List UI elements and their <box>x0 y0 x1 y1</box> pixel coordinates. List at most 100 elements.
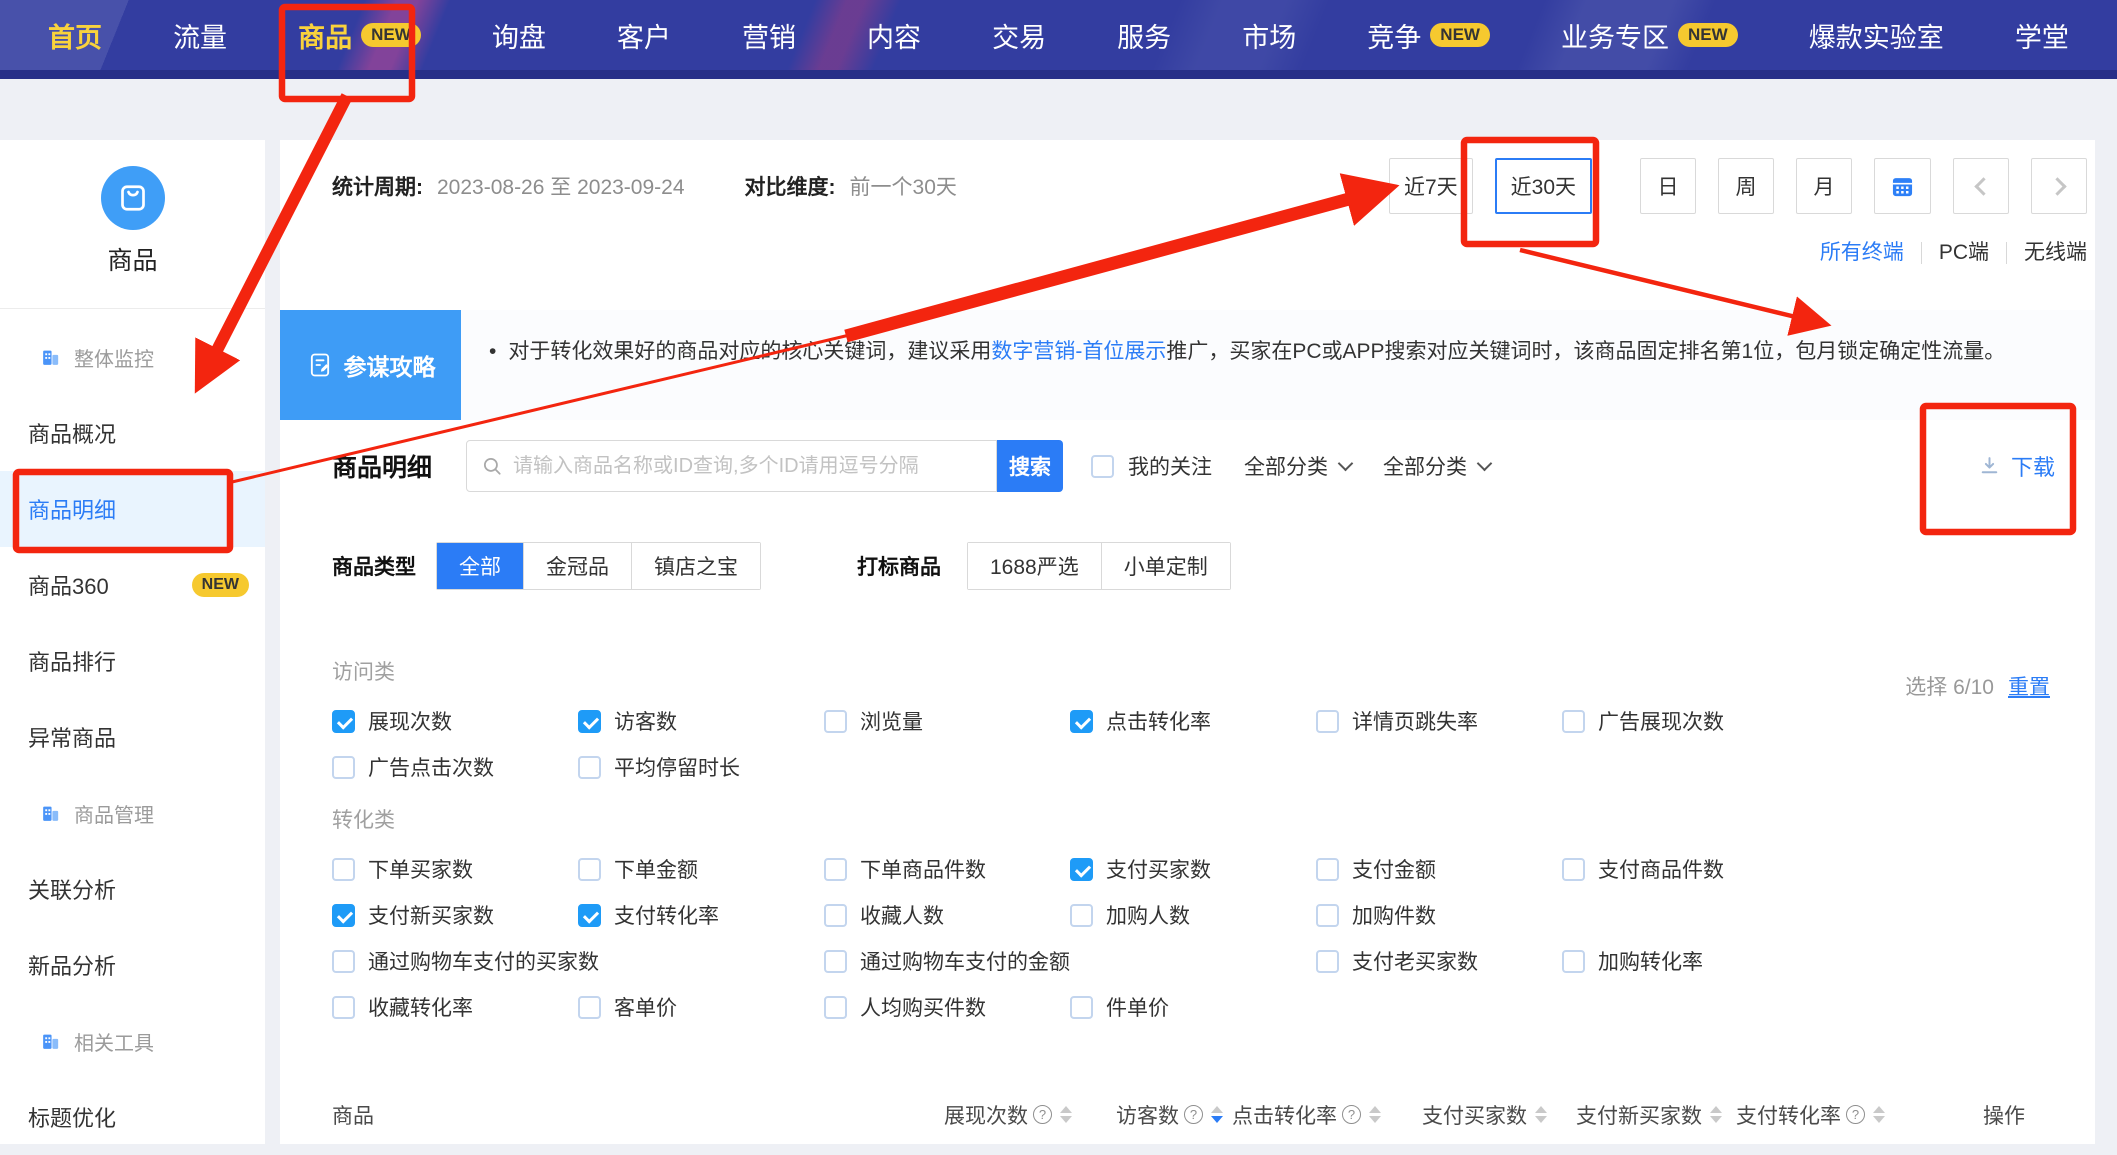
metric-checkbox[interactable]: 加购人数 <box>1070 900 1316 930</box>
metric-checkbox[interactable]: 广告点击次数 <box>332 752 578 782</box>
my-focus-checkbox[interactable]: 我的关注 <box>1091 451 1212 481</box>
sort-control[interactable] <box>1060 1106 1072 1123</box>
nav-item-inquiries[interactable]: 询盘 <box>492 16 546 55</box>
metric-checkbox[interactable]: 客单价 <box>578 992 824 1022</box>
terminal-wireless[interactable]: 无线端 <box>2006 242 2087 264</box>
metric-checkbox[interactable]: 下单买家数 <box>332 854 578 884</box>
nav-item-academy[interactable]: 学堂 <box>2015 16 2069 55</box>
sort-control[interactable] <box>1873 1106 1885 1123</box>
metric-checkbox[interactable]: 件单价 <box>1070 992 1316 1022</box>
sort-control[interactable] <box>1211 1106 1223 1123</box>
search-button[interactable]: 搜索 <box>997 440 1063 492</box>
nav-item-traffic[interactable]: 流量 <box>173 16 227 55</box>
table-header-click-rate[interactable]: 点击转化率 <box>1232 1085 1381 1144</box>
nav-item-home[interactable]: 首页 <box>48 16 102 55</box>
metric-checkbox[interactable]: 下单金额 <box>578 854 824 884</box>
sidebar-item-new-product-analysis[interactable]: 新品分析 <box>0 927 265 1003</box>
tag-option-small-order[interactable]: 小单定制 <box>1101 543 1230 589</box>
nav-item-market[interactable]: 市场 <box>1242 16 1296 55</box>
help-icon[interactable] <box>1033 1105 1052 1124</box>
range-button-7d[interactable]: 近7天 <box>1389 158 1473 214</box>
table-header-new-paying-buyers[interactable]: 支付新买家数 <box>1576 1085 1722 1144</box>
sidebar-item-product-360[interactable]: 商品360NEW <box>0 547 265 623</box>
sidebar-item-product-ranking[interactable]: 商品排行 <box>0 623 265 699</box>
search-input[interactable] <box>513 455 973 478</box>
table-header-paying-buyers[interactable]: 支付买家数 <box>1422 1085 1547 1144</box>
metric-checkbox[interactable]: 支付买家数 <box>1070 854 1316 884</box>
sidebar-item-product-overview[interactable]: 商品概况 <box>0 395 265 471</box>
sidebar-group-related-tools[interactable]: 相关工具 <box>0 1003 265 1079</box>
metric-checkbox[interactable]: 支付商品件数 <box>1562 854 1808 884</box>
metric-label: 加购转化率 <box>1598 946 1703 976</box>
metric-checkbox[interactable]: 平均停留时长 <box>578 752 824 782</box>
metric-checkbox[interactable]: 收藏转化率 <box>332 992 578 1022</box>
metric-checkbox[interactable]: 支付金额 <box>1316 854 1562 884</box>
range-button-week[interactable]: 周 <box>1718 158 1774 214</box>
product-type-label: 商品类型 <box>332 551 416 581</box>
column-label: 访客数 <box>1116 1100 1179 1130</box>
table-header-payment-conversion[interactable]: 支付转化率 <box>1736 1085 1885 1144</box>
type-option-gold-crown[interactable]: 金冠品 <box>523 543 631 589</box>
metric-checkbox[interactable]: 浏览量 <box>824 706 1070 736</box>
metric-checkbox[interactable]: 详情页跳失率 <box>1316 706 1562 736</box>
sidebar-item-product-detail[interactable]: 商品明细 <box>0 471 265 547</box>
terminal-pc[interactable]: PC端 <box>1921 242 2006 264</box>
calendar-button[interactable] <box>1874 158 1931 214</box>
nav-item-products[interactable]: 商品NEW <box>298 16 421 55</box>
tag-option-1688-selected[interactable]: 1688严选 <box>968 543 1101 589</box>
category-select-1[interactable]: 全部分类 <box>1244 451 1351 481</box>
nav-item-marketing[interactable]: 营销 <box>742 16 796 55</box>
range-button-day[interactable]: 日 <box>1640 158 1696 214</box>
metric-checkbox[interactable]: 访客数 <box>578 706 824 736</box>
sort-control[interactable] <box>1535 1106 1547 1123</box>
table-header-visitors[interactable]: 访客数 <box>1116 1085 1223 1144</box>
sidebar-group-overall-monitor[interactable]: 整体监控 <box>0 319 265 395</box>
metric-checkbox[interactable]: 通过购物车支付的买家数 <box>332 946 824 976</box>
metric-label: 平均停留时长 <box>614 752 740 782</box>
metric-checkbox[interactable]: 点击转化率 <box>1070 706 1316 736</box>
metric-checkbox[interactable]: 支付新买家数 <box>332 900 578 930</box>
nav-item-service[interactable]: 服务 <box>1117 16 1171 55</box>
help-icon[interactable] <box>1184 1105 1203 1124</box>
sidebar-item-association-analysis[interactable]: 关联分析 <box>0 851 265 927</box>
nav-item-business-zone[interactable]: 业务专区NEW <box>1561 16 1738 55</box>
table-header-impressions[interactable]: 展现次数 <box>944 1085 1072 1144</box>
category-select-2[interactable]: 全部分类 <box>1383 451 1490 481</box>
range-button-30d[interactable]: 近30天 <box>1495 158 1592 214</box>
help-icon[interactable] <box>1342 1105 1361 1124</box>
nav-item-customers[interactable]: 客户 <box>617 16 671 55</box>
sidebar-item-label: 异常商品 <box>28 721 116 753</box>
my-focus-label: 我的关注 <box>1128 451 1212 481</box>
download-button[interactable]: 下载 <box>1977 450 2055 482</box>
metric-checkbox[interactable]: 加购转化率 <box>1562 946 1808 976</box>
type-option-shop-treasure[interactable]: 镇店之宝 <box>631 543 760 589</box>
range-button-month[interactable]: 月 <box>1796 158 1852 214</box>
help-icon[interactable] <box>1846 1105 1865 1124</box>
checkbox-icon <box>332 756 355 779</box>
sort-control[interactable] <box>1710 1106 1722 1123</box>
metric-checkbox[interactable]: 下单商品件数 <box>824 854 1070 884</box>
metric-checkbox[interactable]: 支付老买家数 <box>1316 946 1562 976</box>
metric-checkbox[interactable]: 人均购买件数 <box>824 992 1070 1022</box>
nav-label: 市场 <box>1242 16 1296 55</box>
nav-label: 询盘 <box>492 16 546 55</box>
checkbox-icon <box>824 996 847 1019</box>
nav-item-content[interactable]: 内容 <box>867 16 921 55</box>
metric-checkbox[interactable]: 收藏人数 <box>824 900 1070 930</box>
nav-item-transactions[interactable]: 交易 <box>992 16 1046 55</box>
terminal-all[interactable]: 所有终端 <box>1803 242 1921 264</box>
nav-item-hot-lab[interactable]: 爆款实验室 <box>1809 16 1944 55</box>
nav-item-competition[interactable]: 竞争NEW <box>1367 16 1490 55</box>
metric-checkbox[interactable]: 通过购物车支付的金额 <box>824 946 1316 976</box>
metric-checkbox[interactable]: 支付转化率 <box>578 900 824 930</box>
metric-checkbox[interactable]: 广告展现次数 <box>1562 706 1808 736</box>
digital-marketing-link[interactable]: 数字营销-首位展示 <box>991 340 1166 363</box>
next-page-button[interactable] <box>2031 158 2087 214</box>
metric-checkbox[interactable]: 展现次数 <box>332 706 578 736</box>
type-option-all[interactable]: 全部 <box>437 543 523 589</box>
sort-control[interactable] <box>1369 1106 1381 1123</box>
metric-checkbox[interactable]: 加购件数 <box>1316 900 1562 930</box>
sidebar-item-abnormal-products[interactable]: 异常商品 <box>0 699 265 775</box>
sidebar-group-product-management[interactable]: 商品管理 <box>0 775 265 851</box>
prev-page-button[interactable] <box>1953 158 2009 214</box>
